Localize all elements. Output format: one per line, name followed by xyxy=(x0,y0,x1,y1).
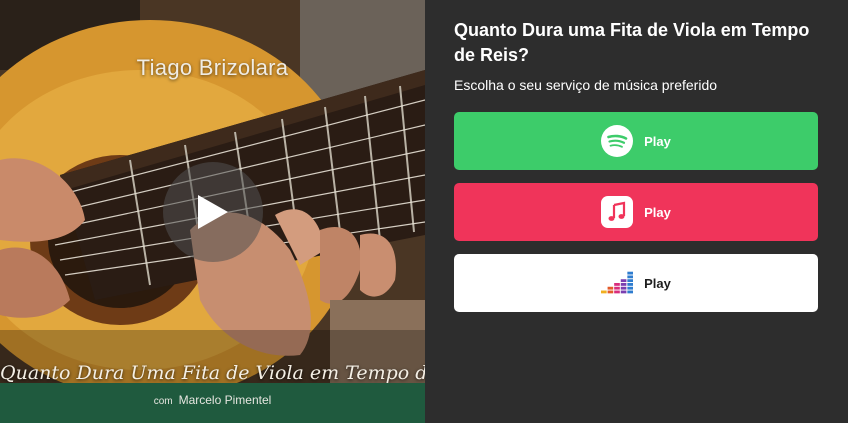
cover-artist-name: Tiago Brizolara xyxy=(136,55,289,80)
deezer-icon xyxy=(601,267,634,299)
deezer-play-button[interactable]: Play xyxy=(454,254,818,312)
deezer-play-label: Play xyxy=(644,275,671,291)
page-subtitle: Escolha o seu serviço de música preferid… xyxy=(454,77,718,93)
apple-music-play-label: Play xyxy=(644,204,671,220)
service-panel: Quanto Dura uma Fita de Viola em Tempo d… xyxy=(425,0,848,423)
cover-subtitle-name: Marcelo Pimentel xyxy=(178,393,272,407)
page-title: Quanto Dura uma Fita de Viola em Tempo d… xyxy=(454,20,810,65)
apple-music-play-button[interactable]: Play xyxy=(454,183,818,241)
play-overlay-button[interactable] xyxy=(163,162,263,262)
spotify-play-button[interactable]: Play xyxy=(454,112,818,170)
cover-subtitle: com Marcelo Pimentel xyxy=(0,393,425,407)
spotify-icon xyxy=(601,125,634,157)
cover-album-title: Quanto Dura Uma Fita de Viola em Tempo d… xyxy=(0,362,425,384)
album-cover[interactable]: Tiago Brizolara Quanto Dura Uma Fita de … xyxy=(0,0,425,423)
apple-music-icon xyxy=(601,196,634,228)
spotify-play-label: Play xyxy=(644,133,671,149)
play-icon xyxy=(198,195,228,229)
cover-subtitle-prefix: com xyxy=(153,396,173,407)
